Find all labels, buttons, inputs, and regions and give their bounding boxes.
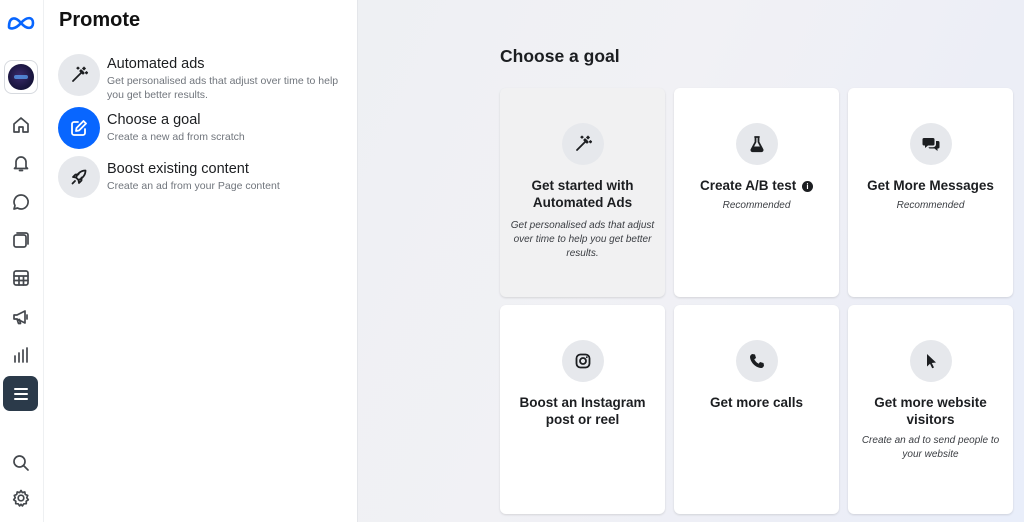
cursor-icon (909, 340, 952, 382)
card-subtitle: Recommended (722, 200, 791, 211)
card-automated-ads[interactable]: Get started with Automated Ads Get perso… (500, 88, 665, 297)
card-subtitle: Get personalised ads that adjust over ti… (510, 220, 655, 259)
option-description: Create a new ad from scratch (107, 131, 245, 143)
meta-logo-icon[interactable] (6, 8, 36, 38)
option-boost-existing-content[interactable]: Boost existing content Create an ad from… (58, 156, 348, 202)
promote-panel: Promote Automated ads Get personalised a… (45, 0, 358, 522)
chat-bubbles-icon (909, 123, 952, 165)
card-ab-test[interactable]: Create A/B test i Recommended (674, 88, 839, 297)
home-icon[interactable] (6, 110, 36, 140)
card-subtitle: Create an ad to send people to your webs… (861, 435, 1000, 460)
phone-icon (735, 340, 778, 382)
option-label: Boost existing content (107, 161, 249, 177)
option-description: Create an ad from your Page content (107, 180, 280, 192)
card-title: Get started with Automated Ads (531, 178, 634, 210)
megaphone-icon[interactable] (6, 302, 36, 332)
card-title: Get more website visitors (874, 395, 987, 427)
card-get-more-messages[interactable]: Get More Messages Recommended (848, 88, 1013, 297)
option-automated-ads[interactable]: Automated ads Get personalised ads that … (58, 54, 348, 101)
card-website-visitors[interactable]: Get more website visitors Create an ad t… (848, 305, 1013, 514)
card-title: Get More Messages (867, 178, 994, 193)
chat-icon[interactable] (6, 187, 36, 217)
card-title: Create A/B test (699, 178, 797, 193)
bell-icon[interactable] (6, 148, 36, 178)
panel-title: Promote (59, 9, 141, 31)
edit-icon (58, 107, 100, 149)
insights-icon[interactable] (6, 340, 36, 370)
section-heading: Choose a goal (500, 46, 620, 66)
option-description: Get personalised ads that adjust over ti… (107, 75, 339, 101)
left-nav-rail (0, 0, 44, 522)
page-avatar[interactable] (4, 60, 38, 94)
card-title: Get more calls (709, 395, 804, 410)
card-title: Boost an Instagram post or reel (519, 395, 646, 427)
goal-selection-area: Choose a goal Get started with Automated… (358, 0, 1024, 522)
option-choose-a-goal[interactable]: Choose a goal Create a new ad from scrat… (58, 107, 348, 153)
card-boost-instagram[interactable]: Boost an Instagram post or reel (500, 305, 665, 514)
option-label: Automated ads (107, 56, 205, 72)
planner-icon[interactable] (6, 263, 36, 293)
content-icon[interactable] (6, 225, 36, 255)
flask-icon (735, 123, 778, 165)
option-label: Choose a goal (107, 112, 201, 128)
info-icon[interactable]: i (802, 181, 814, 192)
magic-wand-icon (561, 123, 604, 165)
instagram-icon (561, 340, 604, 382)
settings-icon[interactable] (6, 483, 36, 513)
menu-icon[interactable] (3, 376, 38, 411)
search-icon[interactable] (6, 448, 36, 478)
card-get-more-calls[interactable]: Get more calls (674, 305, 839, 514)
rocket-icon (58, 156, 100, 198)
magic-wand-icon (58, 54, 100, 96)
card-subtitle: Recommended (896, 200, 965, 211)
